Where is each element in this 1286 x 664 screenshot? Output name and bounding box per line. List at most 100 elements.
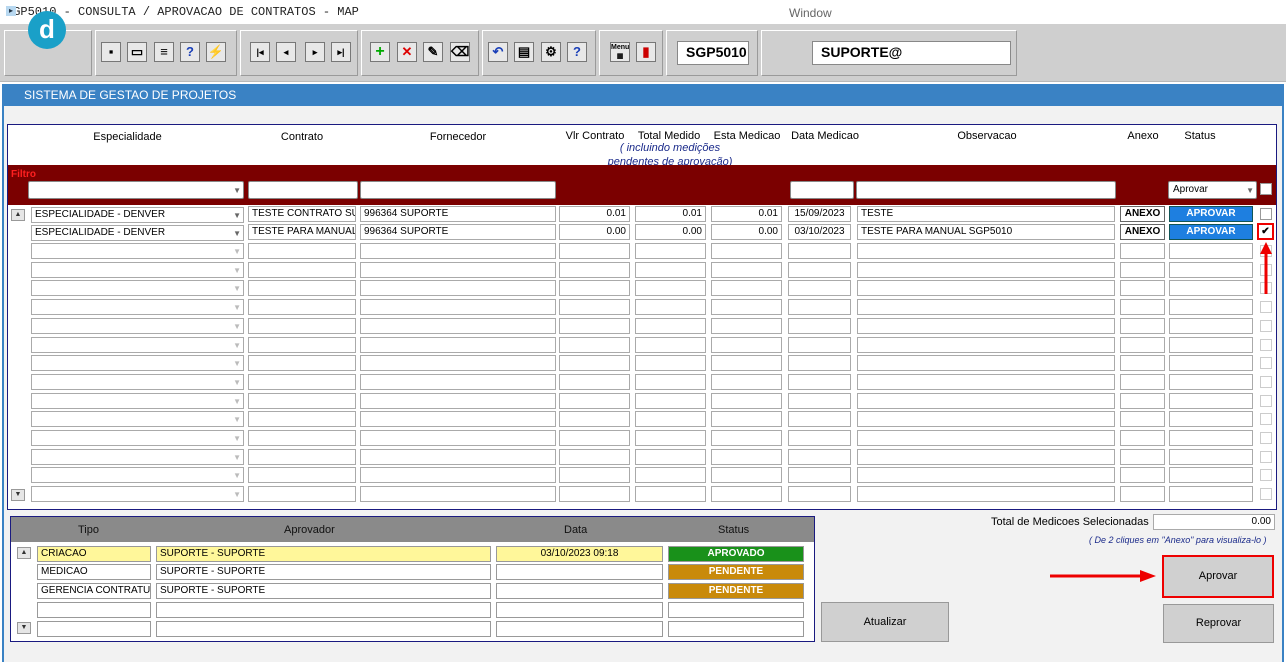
empty-cell[interactable]: [559, 467, 630, 484]
empty-cell[interactable]: [788, 317, 851, 334]
empty-cell[interactable]: [360, 261, 556, 278]
row1-checkbox[interactable]: [1260, 208, 1272, 220]
empty-cell[interactable]: [711, 392, 782, 409]
filter-data-medicao[interactable]: [790, 181, 854, 199]
tools-icon[interactable]: ⚙: [541, 42, 561, 62]
empty-cell[interactable]: [1120, 486, 1165, 503]
approval-empty-data[interactable]: [496, 621, 663, 637]
empty-cell[interactable]: [1169, 280, 1253, 297]
empty-cell[interactable]: [857, 261, 1115, 278]
approval2-tipo[interactable]: MEDICAO: [37, 564, 151, 580]
empty-cell[interactable]: ▼: [31, 280, 244, 297]
empty-cell[interactable]: [1120, 411, 1165, 428]
empty-cell[interactable]: [788, 373, 851, 390]
reprovar-button[interactable]: Reprovar: [1163, 604, 1274, 643]
empty-cell[interactable]: [248, 448, 356, 465]
menu-icon[interactable]: Menu ▦: [610, 42, 630, 62]
empty-cell[interactable]: [788, 299, 851, 316]
row1-especialidade[interactable]: ESPECIALIDADE - DENVER ▼: [31, 207, 244, 223]
empty-cell[interactable]: [635, 373, 706, 390]
empty-cell[interactable]: [788, 280, 851, 297]
prev-icon[interactable]: ◂: [276, 42, 296, 62]
aprovar-button[interactable]: Aprovar: [1162, 555, 1274, 598]
empty-cell[interactable]: [857, 486, 1115, 503]
empty-row-checkbox[interactable]: [1260, 394, 1272, 407]
empty-cell[interactable]: [635, 448, 706, 465]
empty-cell[interactable]: [857, 299, 1115, 316]
empty-cell[interactable]: [711, 467, 782, 484]
approval3-data[interactable]: [496, 583, 663, 599]
empty-cell[interactable]: [788, 411, 851, 428]
empty-cell[interactable]: [248, 430, 356, 446]
window-menu[interactable]: Window: [789, 6, 832, 20]
approval-empty-tipo[interactable]: [37, 602, 151, 618]
empty-cell[interactable]: ▼: [31, 467, 244, 484]
empty-cell[interactable]: ▼: [31, 355, 244, 372]
empty-cell[interactable]: [248, 373, 356, 390]
filter-select-all-checkbox[interactable]: [1260, 183, 1272, 195]
empty-cell[interactable]: [857, 430, 1115, 446]
empty-cell[interactable]: [788, 467, 851, 484]
empty-row-checkbox[interactable]: [1260, 413, 1272, 426]
scroll-down-icon[interactable]: ▼: [11, 489, 25, 501]
empty-cell[interactable]: [788, 355, 851, 372]
empty-cell[interactable]: [1169, 411, 1253, 428]
row2-anexo-button[interactable]: ANEXO: [1120, 224, 1165, 240]
row2-vlr-contrato[interactable]: 0.00: [559, 224, 630, 240]
filter-especialidade[interactable]: ▼: [28, 181, 244, 199]
empty-cell[interactable]: [635, 280, 706, 297]
empty-cell[interactable]: [857, 411, 1115, 428]
empty-cell[interactable]: [559, 373, 630, 390]
row1-data-medicao[interactable]: 15/09/2023: [788, 206, 851, 222]
empty-cell[interactable]: [1120, 392, 1165, 409]
empty-row-checkbox[interactable]: [1260, 301, 1272, 314]
row2-fornecedor[interactable]: 996364 SUPORTE: [360, 224, 556, 240]
row2-esta-medicao[interactable]: 0.00: [711, 224, 782, 240]
empty-cell[interactable]: [248, 280, 356, 297]
empty-cell[interactable]: [711, 411, 782, 428]
empty-cell[interactable]: ▼: [31, 486, 244, 503]
empty-cell[interactable]: ▼: [31, 261, 244, 278]
row2-total-medido[interactable]: 0.00: [635, 224, 706, 240]
empty-cell[interactable]: [711, 373, 782, 390]
empty-cell[interactable]: ▼: [31, 317, 244, 334]
empty-cell[interactable]: [248, 411, 356, 428]
empty-cell[interactable]: [711, 448, 782, 465]
empty-cell[interactable]: [788, 486, 851, 503]
empty-cell[interactable]: [559, 355, 630, 372]
empty-cell[interactable]: [559, 243, 630, 259]
empty-row-checkbox[interactable]: [1260, 357, 1272, 370]
empty-cell[interactable]: ▼: [31, 299, 244, 316]
approval-empty-status[interactable]: [668, 602, 804, 618]
empty-cell[interactable]: [559, 448, 630, 465]
empty-cell[interactable]: [559, 486, 630, 503]
empty-cell[interactable]: [1120, 373, 1165, 390]
empty-row-checkbox[interactable]: [1260, 319, 1272, 332]
empty-cell[interactable]: [1169, 336, 1253, 353]
empty-cell[interactable]: [711, 486, 782, 503]
empty-cell[interactable]: ▼: [31, 411, 244, 428]
empty-cell[interactable]: [711, 243, 782, 259]
filter-observacao[interactable]: [856, 181, 1116, 199]
empty-cell[interactable]: [1169, 261, 1253, 278]
preview-icon[interactable]: ▭: [127, 42, 147, 62]
empty-cell[interactable]: [711, 299, 782, 316]
approval3-aprovador[interactable]: SUPORTE - SUPORTE: [156, 583, 491, 599]
empty-cell[interactable]: [360, 336, 556, 353]
row1-esta-medicao[interactable]: 0.01: [711, 206, 782, 222]
delete-icon[interactable]: ✕: [397, 42, 417, 62]
clear-icon[interactable]: ⌫: [450, 42, 470, 62]
execute-icon[interactable]: ⚡: [206, 42, 226, 62]
approval2-data[interactable]: [496, 564, 663, 580]
empty-cell[interactable]: [559, 430, 630, 446]
empty-cell[interactable]: [788, 430, 851, 446]
empty-row-checkbox[interactable]: [1260, 338, 1272, 351]
empty-cell[interactable]: [360, 448, 556, 465]
atualizar-button[interactable]: Atualizar: [821, 602, 949, 642]
empty-cell[interactable]: [635, 299, 706, 316]
empty-cell[interactable]: [360, 467, 556, 484]
empty-cell[interactable]: [1120, 467, 1165, 484]
empty-cell[interactable]: [635, 392, 706, 409]
empty-row-checkbox[interactable]: [1260, 450, 1272, 463]
empty-cell[interactable]: [1169, 467, 1253, 484]
